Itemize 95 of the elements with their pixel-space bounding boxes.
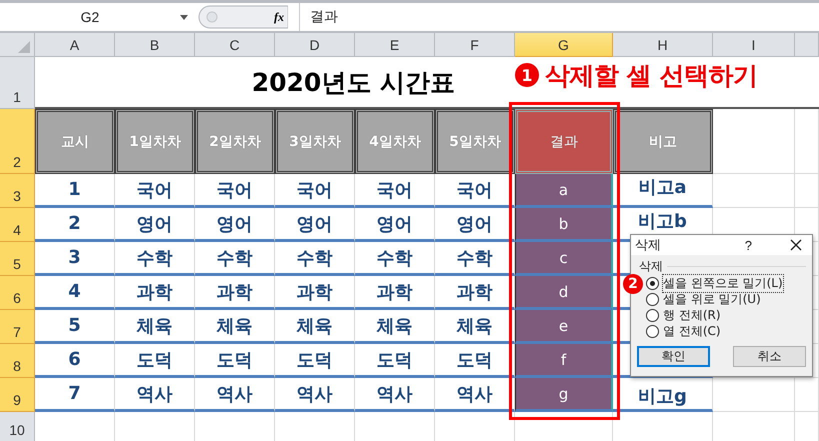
table-cell: 국어 [115,174,195,208]
table-cell: a [515,174,613,208]
table-cell: 역사 [195,378,275,412]
empty-cell [795,378,819,412]
option-label[interactable]: 행 전체(R) [662,306,722,324]
table-cell: 2 [35,208,115,242]
close-icon[interactable] [790,239,802,251]
column-header[interactable]: G [515,33,613,57]
empty-cell [795,174,819,208]
table-cell: 수학 [115,242,195,276]
table-cell: 체육 [355,310,435,344]
option-label[interactable]: 열 전체(C) [662,322,722,340]
table-cell: 영어 [355,208,435,242]
table-cell: 수학 [275,242,355,276]
row-header[interactable]: 10 [0,412,35,441]
sheet-title: 2020년도 시간표 [252,67,455,99]
table-cell: 3 [35,242,115,276]
table-cell: 7 [35,378,115,412]
column-header[interactable]: I [713,33,795,57]
table-cell: b [515,208,613,242]
table-cell: g [515,378,613,412]
formula-input[interactable]: 결과 [310,8,338,26]
table-cell: 수학 [355,242,435,276]
table-cell: 도덕 [275,344,355,378]
radio-button[interactable] [646,308,659,322]
table-cell: 체육 [195,310,275,344]
table-cell: c [515,242,613,276]
cancel-button[interactable]: 취소 [733,346,806,367]
row-header[interactable]: 2 [0,109,35,174]
table-cell: 과학 [355,276,435,310]
radio-button[interactable] [646,324,659,338]
table-cell: 5 [35,310,115,344]
table-cell: 과학 [275,276,355,310]
table-header-cell: 결과 [515,109,613,174]
table-cell: 국어 [195,174,275,208]
function-label[interactable]: fx [274,3,300,31]
table-cell: 과학 [115,276,195,310]
table-cell: 영어 [195,208,275,242]
row-header[interactable]: 1 [0,57,35,109]
annotation-text: 삭제할 셀 선택하기 [545,60,758,92]
ok-button[interactable]: 확인 [637,346,710,367]
table-cell: 국어 [355,174,435,208]
row-header[interactable]: 6 [0,276,35,310]
empty-cell [795,109,819,174]
table-cell: 과학 [195,276,275,310]
column-header[interactable]: E [355,33,435,57]
table-cell: 국어 [275,174,355,208]
table-cell: 역사 [115,378,195,412]
table-cell: 역사 [275,378,355,412]
row-header[interactable]: 7 [0,310,35,344]
splitter-handle-icon[interactable] [198,5,288,29]
name-box[interactable]: G2 [0,9,180,25]
table-header-cell: 4일차차 [355,109,435,174]
table-cell: d [515,276,613,310]
help-button[interactable]: ? [744,238,752,252]
table-header-cell: 5일차차 [435,109,515,174]
table-cell: 영어 [275,208,355,242]
table-header-cell: 교시 [35,109,115,174]
dropdown-caret-icon[interactable] [180,14,188,20]
table-cell: 역사 [355,378,435,412]
row-header[interactable]: 8 [0,344,35,378]
row-header[interactable]: 4 [0,208,35,242]
step-badge: 2 [623,274,643,294]
table-cell: 영어 [115,208,195,242]
table-cell: 비고a [613,174,713,208]
option-label[interactable]: 셀을 위로 밀기(U) [662,290,762,308]
column-header[interactable]: F [435,33,515,57]
table-header-cell: 1일차차 [115,109,195,174]
table-cell: 도덕 [115,344,195,378]
table-header-cell: 2일차차 [195,109,275,174]
column-header[interactable]: H [613,33,713,57]
row-header[interactable]: 9 [0,378,35,412]
column-header[interactable]: D [275,33,355,57]
table-cell: 4 [35,276,115,310]
column-header[interactable]: B [115,33,195,57]
table-cell: 6 [35,344,115,378]
row-header[interactable]: 3 [0,174,35,208]
table-cell: f [515,344,613,378]
table-cell: 도덕 [195,344,275,378]
group-label: 삭제 [639,258,663,275]
table-cell: 도덕 [355,344,435,378]
table-header-cell: 비고 [613,109,713,174]
step-badge: 1 [515,63,539,87]
radio-button[interactable] [646,292,659,306]
table-cell: 수학 [195,242,275,276]
column-header[interactable]: A [35,33,115,57]
table-cell: 체육 [115,310,195,344]
table-header-cell: 3일차차 [275,109,355,174]
column-header[interactable]: C [195,33,275,57]
table-cell: e [515,310,613,344]
table-cell: 체육 [275,310,355,344]
table-cell: 1 [35,174,115,208]
radio-button[interactable] [646,276,659,290]
option-label[interactable]: 셀을 왼쪽으로 밀기(L) [662,274,784,292]
row-header[interactable]: 5 [0,242,35,276]
